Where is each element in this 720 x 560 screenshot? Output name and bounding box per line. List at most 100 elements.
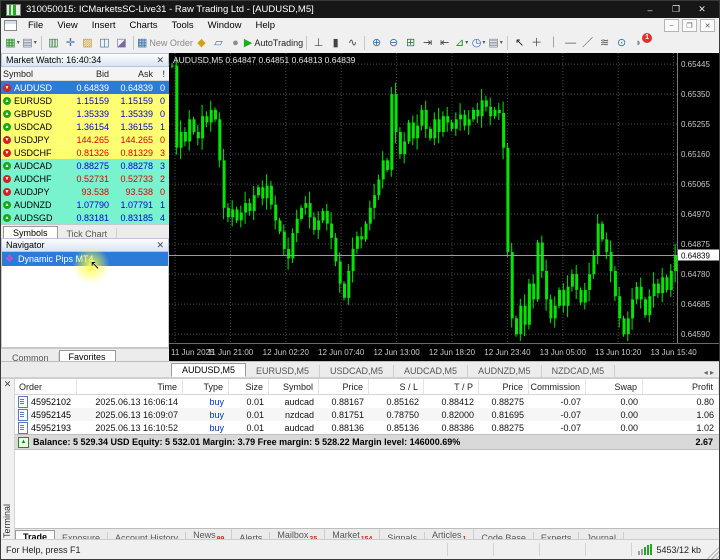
type-cell: buy — [209, 422, 224, 433]
market-watch-row[interactable]: ▲ AUDCAD 0.88275 0.88278 3 — [1, 159, 169, 172]
navigator-toggle-glyph: ▨ — [82, 37, 93, 49]
up-arrow-icon: ▲ — [3, 200, 11, 209]
line-chart-button-glyph: ∿ — [347, 37, 358, 49]
symbol-cell: ▼ AUDCHF — [1, 174, 65, 184]
mdi-restore-button[interactable]: ❐ — [682, 19, 697, 32]
svg-text:0.65255: 0.65255 — [681, 120, 710, 129]
close-button[interactable]: ✕ — [690, 2, 714, 17]
indicators-button[interactable]: ⊿ — [453, 35, 470, 51]
mdi-minimize-button[interactable]: – — [664, 19, 679, 32]
market-watch-row[interactable]: ▼ AUDCHF 0.52731 0.52733 2 — [1, 172, 169, 185]
periods-button[interactable]: ◷ — [470, 35, 487, 51]
terminal-toggle[interactable]: ◫ — [96, 35, 113, 51]
order-row[interactable]: 45952145 2025.06.13 16:09:07 buy 0.01 nzdcad… — [15, 408, 719, 421]
column-header-bid: Bid — [95, 68, 109, 79]
market-watch-row[interactable]: ▲ EURUSD 1.15159 1.15159 0 — [1, 94, 169, 107]
data-window-toggle[interactable]: ✛ — [62, 35, 79, 51]
market-watch-row[interactable]: ▼ USDCHF 0.81326 0.81329 3 — [1, 146, 169, 159]
minimize-button[interactable]: – — [638, 2, 662, 17]
zoom-out-button[interactable]: ⊖ — [385, 35, 402, 51]
zoom-in-button[interactable]: ⊕ — [368, 35, 385, 51]
bar-chart-button[interactable]: ⊥ — [310, 35, 327, 51]
horizontal-line-button[interactable]: — — [562, 35, 579, 51]
horizontal-line-button-glyph: — — [565, 37, 577, 49]
menu-item-insert[interactable]: Insert — [85, 19, 123, 32]
navigator-body: ❖ Dynamic Pips MT4 ↖ — [1, 246, 169, 348]
new-chart-button-glyph: ▦ — [5, 37, 16, 49]
chart-shift-button[interactable]: ⇤ — [436, 35, 453, 51]
chart-tab-audcad-m5[interactable]: AUDCAD,M5 — [394, 365, 469, 377]
new-order-button[interactable]: ▦ New Order — [137, 35, 193, 51]
orders-column-swap: Swap — [586, 379, 643, 394]
line-chart-button[interactable]: ∿ — [344, 35, 361, 51]
market-watch-row[interactable]: ▲ AUDNZD 1.07790 1.07791 1 — [1, 198, 169, 211]
market-watch-row[interactable]: ▼ USDJPY 144.265 144.265 0 — [1, 133, 169, 146]
navigator-header: Navigator ✕ — [1, 238, 169, 252]
menu-item-charts[interactable]: Charts — [123, 19, 165, 32]
cursor-button[interactable]: ↖ — [511, 35, 528, 51]
menu-item-window[interactable]: Window — [201, 19, 249, 32]
chart-tab-audusd-m5[interactable]: AUDUSD,M5 — [171, 363, 247, 377]
market-watch-row[interactable]: ▲ AUDSGD 0.83181 0.83185 4 — [1, 211, 169, 224]
up-arrow-icon: ▲ — [3, 161, 11, 170]
chart-tab-scroll-arrows[interactable]: ◂ ▸ — [704, 368, 719, 377]
commission-cell: -0.07 — [560, 422, 581, 433]
market-watch-toggle[interactable]: ▥ — [45, 35, 62, 51]
symbol-cell: audcad — [284, 422, 314, 433]
navigator-toggle[interactable]: ▨ — [79, 35, 96, 51]
community-button[interactable]: ● — [227, 35, 244, 51]
autotrading-button[interactable]: ▶ AutoTrading — [244, 35, 303, 51]
svg-text:AUDUSD,M5 0.64847 0.64851 0.6: AUDUSD,M5 0.64847 0.64851 0.64813 0.6483… — [173, 55, 356, 65]
chart-tab-audnzd-m5[interactable]: AUDNZD,M5 — [468, 365, 542, 377]
fibonacci-button[interactable]: ≋ — [596, 35, 613, 51]
expert-properties-button[interactable]: ▱ — [210, 35, 227, 51]
navigator-title: Navigator — [6, 240, 45, 250]
symbol-name: AUDCHF — [14, 173, 52, 184]
crosshair-button[interactable]: ＋ — [528, 35, 545, 51]
terminal-close-icon[interactable]: ✕ — [1, 379, 14, 392]
menu-item-file[interactable]: File — [21, 19, 50, 32]
up-arrow-icon: ▲ — [3, 213, 11, 222]
resize-grip[interactable] — [707, 540, 719, 559]
templates-button[interactable]: ▤ — [487, 35, 504, 51]
order-row[interactable]: 45952193 2025.06.13 16:10:52 buy 0.01 audcad… — [15, 421, 719, 434]
chart-window-icon — [4, 20, 17, 31]
navigator-item[interactable]: ❖ Dynamic Pips MT4 — [2, 252, 168, 266]
chart-tab-eurusd-m5[interactable]: EURUSD,M5 — [246, 365, 321, 377]
vertical-line-button[interactable]: ｜ — [545, 35, 562, 51]
svg-text:0.64839: 0.64839 — [681, 252, 710, 261]
chart-tab-nzdcad-m5[interactable]: NZDCAD,M5 — [542, 365, 616, 377]
market-watch-close-icon[interactable]: ✕ — [156, 55, 164, 66]
market-watch-row[interactable]: ▼ AUDJPY 93.538 93.538 0 — [1, 185, 169, 198]
menu-item-view[interactable]: View — [50, 19, 84, 32]
chart-tab-usdcad-m5[interactable]: USDCAD,M5 — [320, 365, 395, 377]
search-button[interactable]: ⊙ — [613, 35, 630, 51]
size-cell: 0.01 — [246, 409, 264, 420]
chart-shift-button-glyph: ⇤ — [439, 37, 450, 49]
price-chart[interactable]: 0.65445 0.65350 0.65255 0.65160 0.65065 0.649… — [169, 53, 719, 343]
market-watch-toggle-glyph: ▥ — [48, 37, 59, 49]
new-chart-button[interactable]: ▦ — [4, 35, 21, 51]
candlestick-chart-button[interactable]: ▮ — [327, 35, 344, 51]
profiles-button[interactable]: ▤ — [21, 35, 38, 51]
order-row[interactable]: 45952102 2025.06.13 16:06:14 buy 0.01 audcad… — [15, 395, 719, 408]
menu-item-help[interactable]: Help — [248, 19, 282, 32]
mdi-close-button[interactable]: ✕ — [700, 19, 715, 32]
market-watch-row[interactable]: ▲ GBPUSD 1.35339 1.35339 0 — [1, 107, 169, 120]
navigator-close-icon[interactable]: ✕ — [156, 240, 164, 251]
chat-button[interactable]: ◗ 1 — [630, 33, 653, 51]
tile-windows-button[interactable]: ⊞ — [402, 35, 419, 51]
metaeditor-button[interactable]: ◆ — [193, 35, 210, 51]
maximize-button[interactable]: ❐ — [664, 2, 688, 17]
market-watch-row[interactable]: ▲ USDCAD 1.36154 1.36155 1 — [1, 120, 169, 133]
menu-item-tools[interactable]: Tools — [164, 19, 200, 32]
market-watch-row[interactable]: ▼ AUDUSD 0.64839 0.64839 0 — [1, 81, 169, 94]
orders-column-type: Type — [183, 379, 229, 394]
symbol-name: USDCAD — [14, 121, 53, 132]
total-profit: 2.67 — [695, 437, 713, 447]
trendline-button[interactable]: ／ — [579, 35, 596, 51]
auto-scroll-button[interactable]: ⇥ — [419, 35, 436, 51]
spread-value: 0 — [159, 82, 165, 93]
strategy-tester-toggle[interactable]: ◪ — [113, 35, 130, 51]
symbol-name: AUDJPY — [14, 186, 50, 197]
